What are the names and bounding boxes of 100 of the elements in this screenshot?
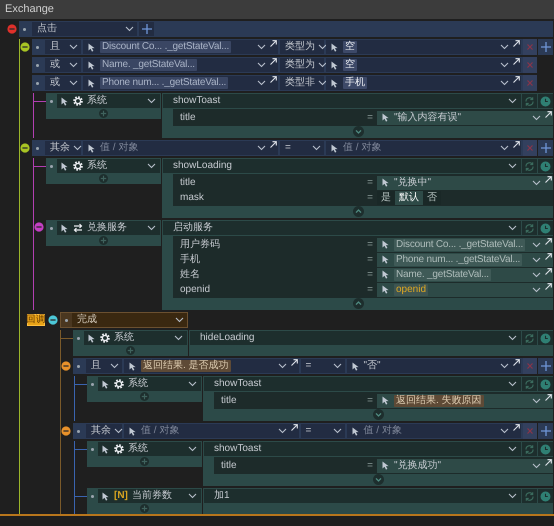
value-field[interactable]: Phone num... ._getStateVal... (83, 76, 278, 90)
cursor-icon[interactable] (102, 444, 110, 454)
method-select[interactable]: showToast (163, 94, 521, 108)
drag-handle[interactable] (36, 146, 39, 150)
value-field[interactable]: "否" (346, 359, 521, 373)
option-button[interactable]: 默认 (395, 190, 423, 204)
compare-select[interactable]: = (300, 359, 344, 373)
cursor-icon[interactable] (88, 334, 96, 342)
operator-select[interactable]: 且 (86, 359, 122, 373)
value-field[interactable]: 空 (326, 40, 521, 54)
collapse-toggle[interactable] (352, 206, 364, 217)
expand-icon[interactable] (545, 252, 552, 260)
expand-icon[interactable] (545, 268, 552, 274)
expand-icon[interactable] (290, 424, 298, 431)
connector-node[interactable] (7, 24, 17, 34)
expand-icon[interactable] (290, 359, 298, 366)
connector-node[interactable] (61, 361, 71, 371)
drag-handle[interactable] (23, 28, 26, 30)
target-select[interactable]: [N] 当前券数 (98, 489, 201, 503)
value-field[interactable]: 值 / 对象 (83, 141, 278, 155)
drag-handle[interactable] (65, 318, 68, 322)
method-select[interactable]: 启动服务 (163, 221, 521, 235)
expand-icon[interactable] (545, 176, 552, 182)
value-field[interactable]: "兑换中" (377, 176, 553, 190)
expand-icon[interactable] (270, 58, 277, 65)
add-button[interactable] (538, 140, 553, 156)
cursor-icon[interactable] (129, 362, 137, 370)
option-button[interactable]: 是 (377, 190, 395, 204)
event-select[interactable]: 点击 (32, 22, 137, 36)
expand-icon[interactable] (270, 141, 277, 148)
expand-icon[interactable] (513, 424, 520, 431)
compare-select[interactable]: 类型为 (280, 58, 324, 72)
value-field[interactable]: Name. _getStateVal... (377, 268, 553, 282)
expand-icon[interactable] (513, 141, 520, 148)
drag-handle[interactable] (77, 364, 80, 368)
value-field[interactable]: 返回结果. 是否成功 (124, 359, 298, 373)
target-select[interactable]: 系统 (98, 377, 201, 391)
cursor-icon[interactable] (61, 162, 69, 170)
expand-icon[interactable] (270, 76, 277, 83)
value-field[interactable]: 值 / 对象 (346, 424, 521, 438)
connector-node[interactable] (61, 426, 71, 436)
add-button[interactable] (538, 39, 553, 55)
method-select[interactable]: showToast (204, 442, 521, 456)
expand-icon[interactable] (270, 40, 277, 47)
expand-icon[interactable] (545, 282, 552, 290)
method-select[interactable]: hideLoading (190, 331, 521, 345)
compare-select[interactable]: 类型为 (280, 40, 324, 54)
value-field[interactable]: openid (377, 282, 553, 296)
expand-icon[interactable] (545, 458, 552, 466)
method-select[interactable]: showLoading (163, 159, 521, 173)
target-select[interactable]: 系统 (84, 331, 187, 345)
target-select[interactable]: 兑换服务 (57, 221, 160, 235)
value-field[interactable]: Name. _getStateVal... (83, 58, 278, 72)
cursor-icon[interactable] (352, 426, 360, 436)
value-field[interactable]: Phone num... ._getStateVal... (377, 252, 553, 266)
value-field[interactable]: 值 / 对象 (124, 424, 298, 438)
collapse-toggle[interactable] (352, 298, 364, 309)
drag-handle[interactable] (50, 226, 53, 230)
target-select[interactable]: 系统 (98, 442, 201, 456)
schedule-button[interactable] (538, 331, 553, 345)
drag-handle[interactable] (91, 382, 94, 386)
operator-select[interactable]: 或 (45, 76, 81, 90)
value-field[interactable]: "输入内容有误" (377, 110, 553, 124)
cursor-icon[interactable] (61, 96, 69, 106)
cursor-icon[interactable] (382, 396, 390, 405)
add-button[interactable] (538, 423, 553, 439)
expand-icon[interactable] (545, 394, 552, 400)
drag-handle[interactable] (36, 64, 39, 66)
target-select[interactable]: 系统 (57, 159, 160, 173)
add-button[interactable] (538, 358, 553, 374)
connector-node[interactable] (34, 222, 44, 232)
expand-icon[interactable] (513, 76, 520, 83)
value-field[interactable]: 空 (326, 58, 521, 72)
value-field[interactable]: 返回结果. 失败原因 (377, 394, 553, 408)
cursor-icon[interactable] (352, 362, 360, 370)
value-field[interactable]: Discount Co... ._getStateVal... (377, 238, 553, 252)
expand-icon[interactable] (513, 58, 520, 65)
drag-handle[interactable] (77, 336, 80, 340)
drag-handle[interactable] (36, 46, 39, 48)
drag-handle[interactable] (50, 100, 53, 102)
drag-handle[interactable] (77, 430, 80, 432)
value-field[interactable]: Discount Co... ._getStateVal... (83, 40, 278, 54)
drag-handle[interactable] (91, 448, 94, 450)
drag-handle[interactable] (36, 82, 39, 84)
compare-select[interactable]: = (280, 141, 324, 155)
cursor-icon[interactable] (61, 224, 69, 232)
operator-select[interactable]: 其余 (86, 424, 122, 438)
value-field[interactable]: 手机 (326, 76, 521, 90)
drag-handle[interactable] (50, 164, 53, 168)
operator-select[interactable]: 或 (45, 58, 81, 72)
schedule-button[interactable] (538, 489, 553, 503)
method-select[interactable]: showToast (204, 377, 521, 391)
expand-icon[interactable] (513, 40, 520, 47)
cursor-icon[interactable] (102, 380, 110, 388)
connector-node[interactable] (20, 42, 30, 52)
expand-icon[interactable] (545, 238, 552, 244)
cursor-icon[interactable] (382, 113, 390, 122)
expand-icon[interactable] (545, 110, 552, 118)
collapse-toggle[interactable] (373, 474, 384, 485)
drag-handle[interactable] (91, 494, 94, 498)
